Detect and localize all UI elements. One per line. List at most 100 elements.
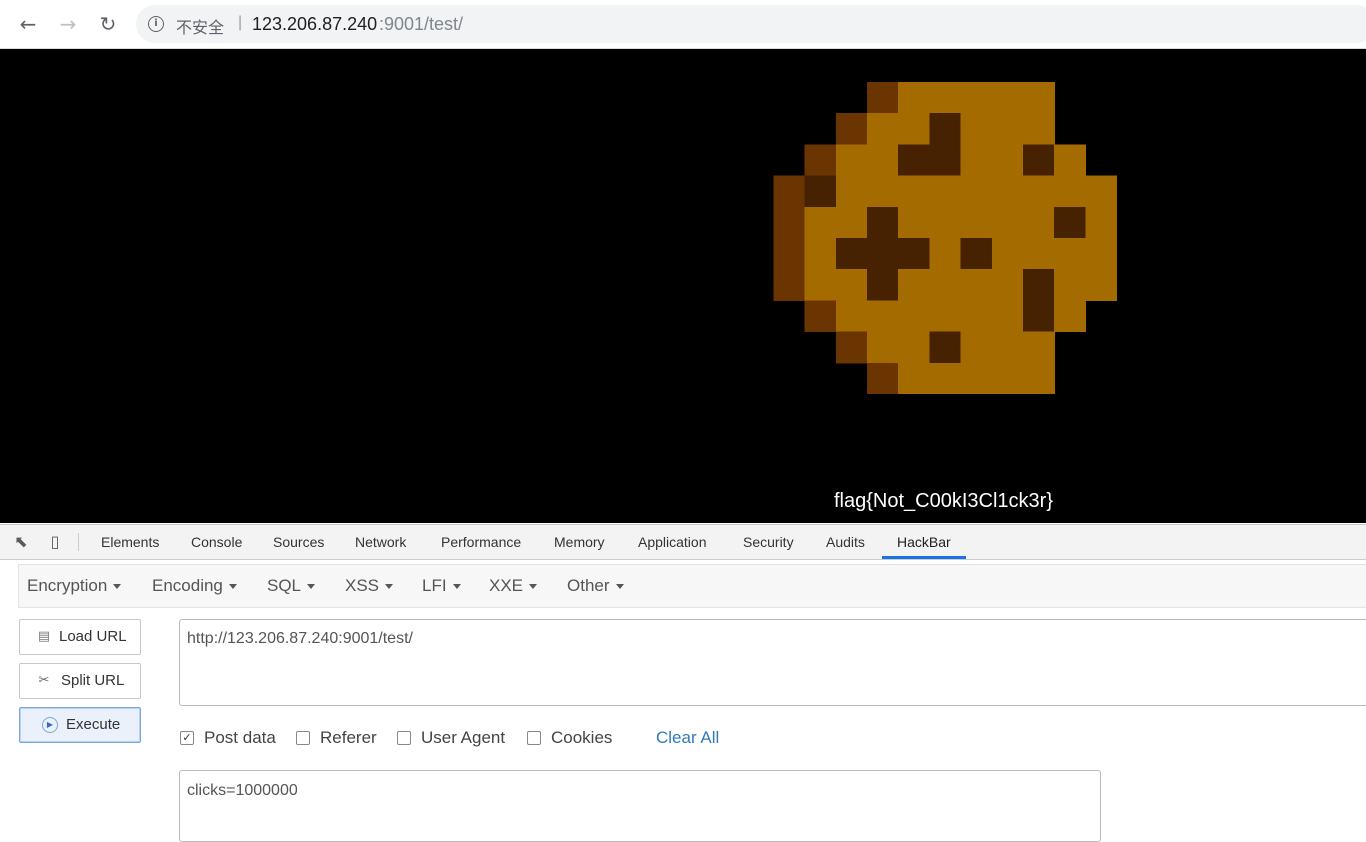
scissors-icon: ✂	[38, 673, 50, 688]
tab-performance[interactable]: Performance	[441, 534, 521, 550]
cookies-checkbox[interactable]	[527, 731, 541, 745]
reload-icon[interactable]: ↻	[94, 10, 122, 38]
cookie-pixel	[991, 300, 1024, 333]
cookie-pixel	[773, 175, 806, 208]
address-bar[interactable]: i 不安全 | 123.206.87.240 :9001/test/	[136, 5, 1366, 43]
cookie-pixel	[898, 362, 931, 394]
cookie-pixel	[1085, 206, 1117, 239]
tab-sources[interactable]: Sources	[273, 534, 324, 550]
cookie-pixel	[960, 238, 993, 270]
menu-encoding[interactable]: Encoding	[152, 576, 237, 596]
caret-down-icon	[385, 584, 394, 590]
cookie-pixel	[835, 331, 868, 364]
cookie-pixel	[867, 144, 899, 177]
cookie-pixel	[773, 269, 806, 302]
device-toolbar-icon[interactable]: ▯	[44, 532, 66, 552]
post-data-checkbox[interactable]: ✓	[180, 731, 194, 745]
cookie-pixel	[1023, 300, 1055, 333]
hackbar-menu: Encryption Encoding SQL XSS LFI XXE Othe…	[18, 564, 1366, 608]
menu-xss[interactable]: XSS	[345, 576, 394, 596]
menu-lfi[interactable]: LFI	[422, 576, 461, 596]
cookie-pixel	[929, 206, 962, 239]
play-icon: ▶	[42, 717, 58, 733]
cookie-pixel	[929, 238, 962, 270]
cookie-pixel	[991, 362, 1024, 394]
cookie-pixel	[804, 300, 837, 333]
tab-security[interactable]: Security	[743, 534, 794, 550]
cookie-pixel	[1085, 175, 1117, 208]
url-separator: |	[238, 14, 243, 31]
cookie-image[interactable]	[773, 82, 1117, 394]
tab-console[interactable]: Console	[191, 534, 242, 550]
cookie-pixel	[804, 144, 837, 177]
menu-sql[interactable]: SQL	[267, 576, 316, 596]
cookie-pixel	[867, 82, 899, 114]
cookie-pixel	[929, 144, 962, 177]
back-arrow-icon[interactable]: ←	[14, 10, 42, 38]
cookie-pixel	[898, 331, 931, 364]
referer-checkbox[interactable]	[296, 731, 310, 745]
cookie-pixel	[929, 175, 962, 208]
cookie-pixel	[867, 238, 899, 270]
load-url-button[interactable]: ▤ Load URL	[19, 619, 141, 655]
tab-audits[interactable]: Audits	[826, 534, 865, 550]
inspect-element-icon[interactable]: ⬉	[10, 532, 32, 552]
cookie-pixel	[960, 206, 993, 239]
menu-other[interactable]: Other	[567, 576, 624, 596]
cookie-pixel	[960, 362, 993, 394]
devtools-tab-bar: ⬉ ▯ Elements Console Sources Network Per…	[0, 525, 1366, 560]
cookie-pixel	[960, 113, 993, 146]
caret-down-icon	[615, 584, 624, 590]
cookie-pixel	[867, 331, 899, 364]
post-data-textarea[interactable]: clicks=1000000	[179, 770, 1101, 842]
user-agent-label: User Agent	[421, 728, 506, 747]
cookie-pixel	[804, 206, 837, 239]
cookie-pixel	[1023, 238, 1055, 270]
menu-encryption[interactable]: Encryption	[27, 576, 122, 596]
url-path: :9001/test/	[379, 14, 464, 34]
cookie-pixel	[898, 144, 931, 177]
cookie-pixel	[1023, 82, 1055, 114]
cookie-pixel	[960, 300, 993, 333]
tab-application[interactable]: Application	[638, 534, 707, 550]
cookie-pixel	[991, 238, 1024, 270]
execute-button[interactable]: ▶ Execute	[19, 707, 141, 743]
user-agent-checkbox[interactable]	[397, 731, 411, 745]
tab-network[interactable]: Network	[355, 534, 406, 550]
menu-xxe[interactable]: XXE	[489, 576, 538, 596]
url-textarea[interactable]: http://123.206.87.240:9001/test/	[179, 619, 1366, 706]
tab-hackbar[interactable]: HackBar	[897, 534, 951, 550]
cookie-pixel	[960, 175, 993, 208]
caret-down-icon	[452, 584, 461, 590]
tab-elements[interactable]: Elements	[101, 534, 159, 550]
info-icon[interactable]: i	[148, 16, 164, 32]
cookie-pixel	[1054, 238, 1087, 270]
cookie-pixel	[1085, 269, 1117, 302]
cookie-pixel	[773, 206, 806, 239]
active-tab-indicator	[882, 556, 966, 559]
cookie-pixel	[867, 175, 899, 208]
cookie-pixel	[804, 238, 837, 270]
cookie-pixel	[898, 269, 931, 302]
cookie-pixel	[773, 238, 806, 270]
split-url-button[interactable]: ✂ Split URL	[19, 663, 141, 699]
caret-down-icon	[228, 584, 237, 590]
cookie-pixel	[960, 269, 993, 302]
clear-all-link[interactable]: Clear All	[656, 728, 719, 748]
forward-arrow-icon[interactable]: →	[54, 10, 82, 38]
cookie-pixel	[1023, 269, 1055, 302]
cookie-pixel	[835, 300, 868, 333]
cookie-pixel	[960, 331, 993, 364]
cookie-pixel	[991, 175, 1024, 208]
caret-down-icon	[113, 584, 122, 590]
cookie-pixel	[898, 113, 931, 146]
cookie-pixel	[991, 206, 1024, 239]
cookie-pixel	[835, 206, 868, 239]
tab-memory[interactable]: Memory	[554, 534, 605, 550]
cookie-pixel	[991, 331, 1024, 364]
cookie-pixel	[1054, 206, 1087, 239]
caret-down-icon	[529, 584, 538, 590]
page-viewport: flag{Not_C00kI3Cl1ck3r}	[0, 49, 1366, 523]
browser-toolbar: ← → ↻ i 不安全 | 123.206.87.240 :9001/test/	[0, 0, 1366, 49]
cookie-pixel	[835, 175, 868, 208]
